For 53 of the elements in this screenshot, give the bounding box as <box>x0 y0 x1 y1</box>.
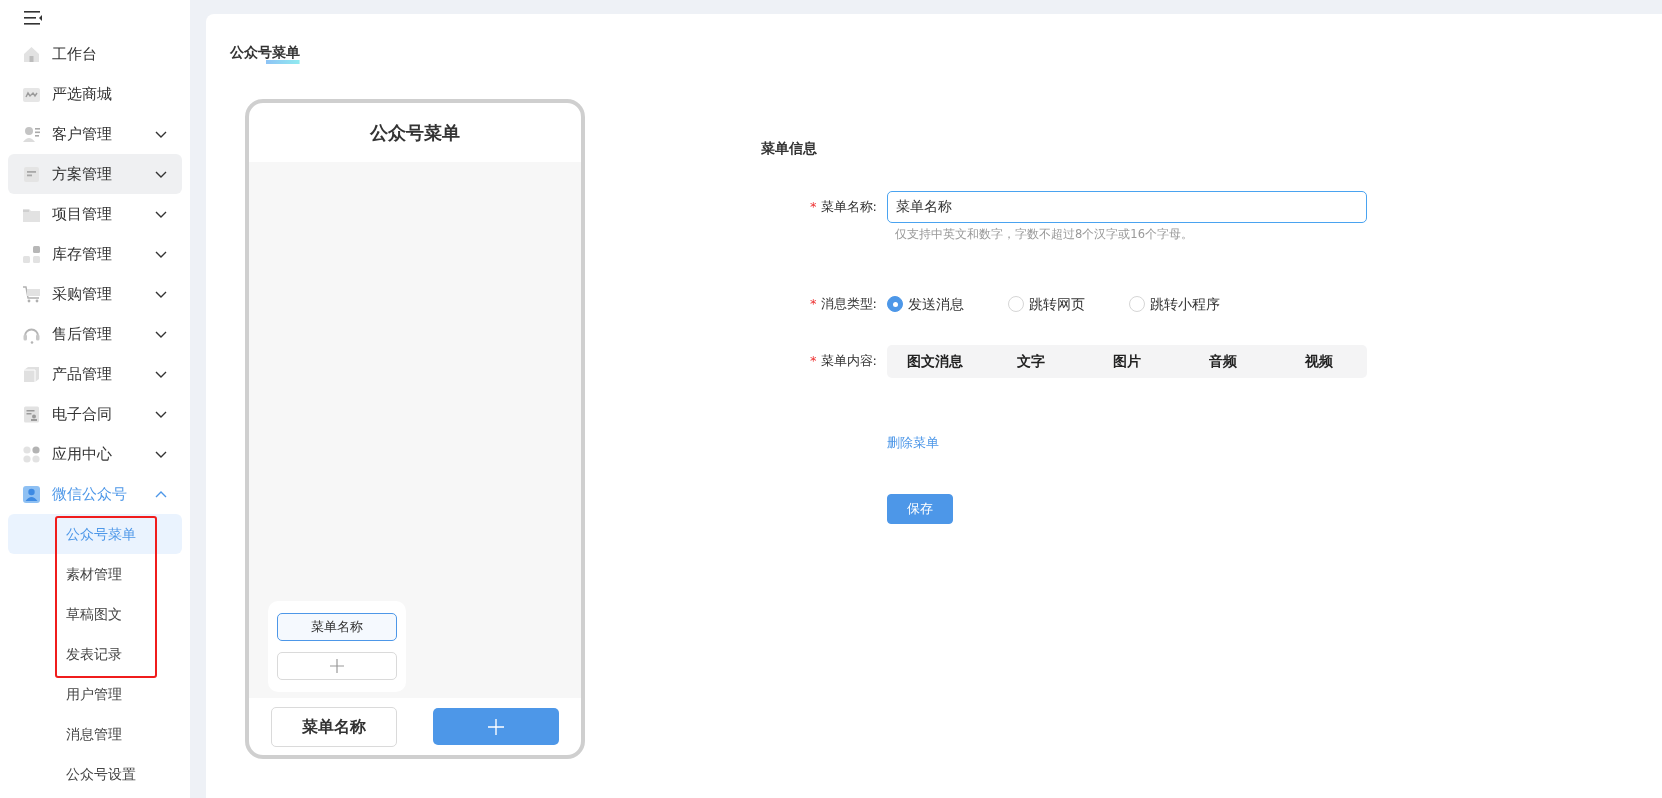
radio-button[interactable] <box>887 296 903 313</box>
phone-title: 公众号菜单 <box>369 121 461 145</box>
form-label: 菜单内容: <box>820 353 877 369</box>
submenu-button[interactable]: 菜单名称 <box>277 613 397 641</box>
page-title: 公众号菜单 <box>230 42 300 64</box>
form-label: 消息类型: <box>820 296 877 312</box>
user-icon <box>22 484 41 504</box>
radio-option[interactable]: 发送消息 <box>887 288 964 321</box>
section-title: 菜单信息 <box>761 139 818 158</box>
house-icon <box>22 44 41 64</box>
plus-icon <box>488 718 504 735</box>
add-menu-button[interactable] <box>433 708 559 745</box>
menu-icon[interactable] <box>24 8 43 26</box>
content-tab[interactable]: 音频 <box>1175 345 1271 379</box>
menu-name-field[interactable]: 菜单名称 <box>887 191 1367 223</box>
submenu-item[interactable]: 草稿图文 <box>8 594 182 634</box>
document-icon <box>22 164 41 184</box>
cube-icon <box>22 364 41 384</box>
form-label: 菜单名称: <box>820 199 877 214</box>
sidebar-item[interactable]: 客户管理 <box>8 114 182 154</box>
sidebar-item[interactable]: 采购管理 <box>8 274 182 314</box>
sidebar-item[interactable]: 工作台 <box>8 34 182 74</box>
sidebar-item[interactable]: 电子合同 <box>8 394 182 434</box>
submenu-item[interactable]: 发表记录 <box>8 634 182 674</box>
apps-icon <box>22 444 41 464</box>
add-submenu-button[interactable] <box>277 652 397 680</box>
submenu-item[interactable]: 用户管理 <box>8 674 182 714</box>
plus-icon <box>330 659 344 673</box>
sidebar-item[interactable]: 产品管理 <box>8 354 182 394</box>
person-list-icon <box>22 124 41 144</box>
content-tab[interactable]: 文字 <box>983 345 1079 379</box>
sidebar-item[interactable]: 库存管理 <box>8 234 182 274</box>
sidebar-item[interactable]: 售后管理 <box>8 314 182 354</box>
radio-option[interactable]: 跳转小程序 <box>1129 288 1220 321</box>
radio-option[interactable]: 跳转网页 <box>1008 288 1085 321</box>
required-mark: * <box>810 199 817 214</box>
required-mark: * <box>810 296 817 312</box>
content-tab[interactable]: 图片 <box>1079 345 1175 379</box>
blocks-icon <box>22 244 41 264</box>
sidebar-item[interactable]: 项目管理 <box>8 194 182 234</box>
sidebar-item[interactable]: 应用中心 <box>8 434 182 474</box>
menu-button[interactable]: 菜单名称 <box>271 706 397 747</box>
contract-icon <box>22 404 41 424</box>
sidebar-item[interactable]: 方案管理 <box>8 154 182 194</box>
submenu-item[interactable]: 素材管理 <box>8 554 182 594</box>
hint-text: 仅支持中英文和数字，字数不超过8个汉字或16个字母。 <box>895 226 1194 243</box>
content-tab[interactable]: 图文消息 <box>887 345 983 379</box>
cart-icon <box>22 284 41 304</box>
required-mark: * <box>810 353 817 369</box>
content-tab[interactable]: 视频 <box>1271 345 1367 379</box>
submenu-item[interactable]: 公众号设置 <box>8 754 182 794</box>
submenu-item[interactable]: 消息管理 <box>8 714 182 754</box>
sidebar-item[interactable]: 严选商城 <box>8 74 182 114</box>
